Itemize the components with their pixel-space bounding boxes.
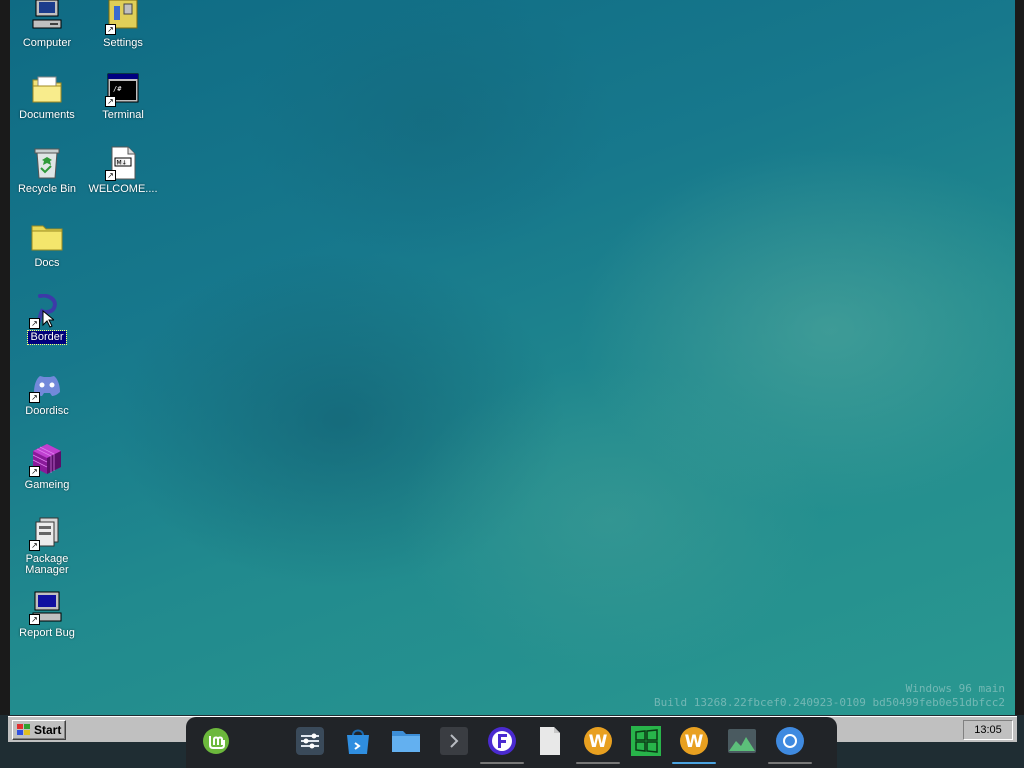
desktop-icon-gameing[interactable]: ↗ Gameing (10, 442, 84, 492)
build-watermark: Windows 96 main Build 13268.22fbcef0.240… (654, 682, 1005, 710)
desktop-icon-terminal[interactable]: /# ↗ Terminal (86, 72, 160, 122)
dock-item-system-monitor[interactable] (726, 725, 758, 757)
dock-item-text-editor[interactable] (534, 725, 566, 757)
running-indicator (576, 762, 620, 764)
svg-text:W: W (589, 732, 608, 752)
app-dock: W W (186, 717, 837, 768)
dock-item-settings[interactable] (294, 725, 326, 757)
report-bug-computer-icon: ↗ (29, 590, 64, 625)
folder-documents-icon (30, 72, 64, 106)
dock-item-app-f[interactable] (480, 725, 524, 764)
desktop-icon-label: Documents (19, 109, 75, 121)
dock-item-terminal[interactable] (438, 725, 470, 757)
shortcut-arrow-icon: ↗ (29, 392, 40, 403)
start-button-label: Start (34, 723, 62, 737)
desktop-icon-label: Terminal (102, 109, 144, 121)
shortcut-arrow-icon: ↗ (29, 466, 40, 477)
desktop-icon-settings[interactable]: ↗ Settings (86, 0, 160, 50)
terminal-icon: /# ↗ (105, 72, 140, 107)
terminal-chevron-icon (440, 727, 468, 755)
build-watermark-build: Build 13268.22fbcef0.240923-0109 bd50499… (654, 696, 1005, 709)
shortcut-arrow-icon: ↗ (105, 96, 116, 107)
desktop-icon-label: WELCOME.... (88, 183, 158, 195)
app-w-logo-icon: W (680, 727, 708, 755)
recycle-bin-icon (30, 146, 64, 180)
desktop-icon-border[interactable]: ↗ Border (10, 293, 84, 345)
shortcut-arrow-icon: ↗ (29, 614, 40, 625)
dock-item-app-w-1[interactable]: W (576, 725, 620, 764)
shopping-bag-icon (347, 729, 369, 754)
start-logo-icon (17, 724, 30, 735)
shortcut-arrow-icon: ↗ (29, 318, 40, 329)
desktop-icon-label: Recycle Bin (17, 183, 77, 195)
dock-item-app-w-2[interactable]: W (672, 725, 716, 764)
desktop-icon-doordisc[interactable]: ↗ Doordisc (10, 368, 84, 418)
desktop-icon-label: Package Manager (25, 553, 69, 576)
running-indicator (480, 762, 524, 764)
dock-item-mint-menu[interactable] (200, 725, 232, 757)
desktop-icon-label: Docs (34, 257, 60, 269)
desktop-icon-label: Doordisc (25, 405, 69, 417)
settings-icon: ↗ (105, 0, 140, 35)
app-f-logo-icon (488, 727, 516, 755)
dock-item-windows-app[interactable] (630, 725, 662, 757)
desktop-icon-label: Report Bug (19, 627, 75, 639)
desktop-icon-label: Settings (103, 37, 143, 49)
desktop-icon-welcome[interactable]: M↓ ↗ WELCOME.... (86, 146, 160, 196)
chromium-icon (776, 727, 804, 755)
start-button[interactable]: Start (12, 720, 66, 740)
discord-icon: ↗ (29, 368, 64, 403)
desktop-icon-report-bug[interactable]: ↗ Report Bug (10, 590, 84, 640)
border-app-icon: ↗ (29, 293, 64, 329)
desktop-icon-computer[interactable]: Computer (10, 0, 84, 50)
system-monitor-icon (728, 729, 756, 753)
linux-mint-icon (203, 728, 229, 754)
desktop-icon-docs[interactable]: Docs (10, 220, 84, 270)
screen-border-right (1015, 0, 1024, 715)
shortcut-arrow-icon: ↗ (105, 170, 116, 181)
svg-text:M↓: M↓ (117, 160, 127, 167)
desktop-icon-documents[interactable]: Documents (10, 72, 84, 122)
dock-item-file-manager[interactable] (390, 725, 422, 757)
app-w-logo-icon: W (584, 727, 612, 755)
desktop-icon-label: Border (27, 330, 67, 345)
screen-border-left (0, 0, 10, 715)
dock-item-chromium[interactable] (768, 725, 812, 764)
windows-flag-icon (631, 726, 661, 756)
markdown-file-icon: M↓ ↗ (105, 146, 140, 181)
document-icon (540, 727, 560, 755)
running-indicator (768, 762, 812, 764)
computer-icon (30, 0, 64, 34)
folder-icon (392, 731, 420, 752)
build-watermark-os: Windows 96 main (905, 682, 1005, 695)
dock-item-software-store[interactable] (342, 725, 374, 757)
running-indicator-active (672, 762, 716, 764)
package-manager-icon: ↗ (29, 516, 64, 551)
svg-text:W: W (685, 732, 704, 752)
mouse-cursor-icon (42, 310, 54, 328)
folder-icon (30, 220, 64, 254)
shortcut-arrow-icon: ↗ (105, 24, 116, 35)
shortcut-arrow-icon: ↗ (29, 540, 40, 551)
desktop-icon-label: Computer (22, 37, 72, 49)
svg-text:/#: /# (113, 85, 122, 93)
game-cube-icon: ↗ (29, 442, 64, 477)
desktop-icon-label: Gameing (24, 479, 70, 491)
desktop-icon-recycle-bin[interactable]: Recycle Bin (10, 146, 84, 196)
desktop-icon-package-manager[interactable]: ↗ Package Manager (10, 516, 84, 577)
sliders-settings-icon (296, 727, 324, 755)
taskbar-clock[interactable]: 13:05 (963, 720, 1013, 740)
desktop[interactable]: Computer Documents Recycle Bin Docs ↗ Bo… (10, 0, 1015, 715)
